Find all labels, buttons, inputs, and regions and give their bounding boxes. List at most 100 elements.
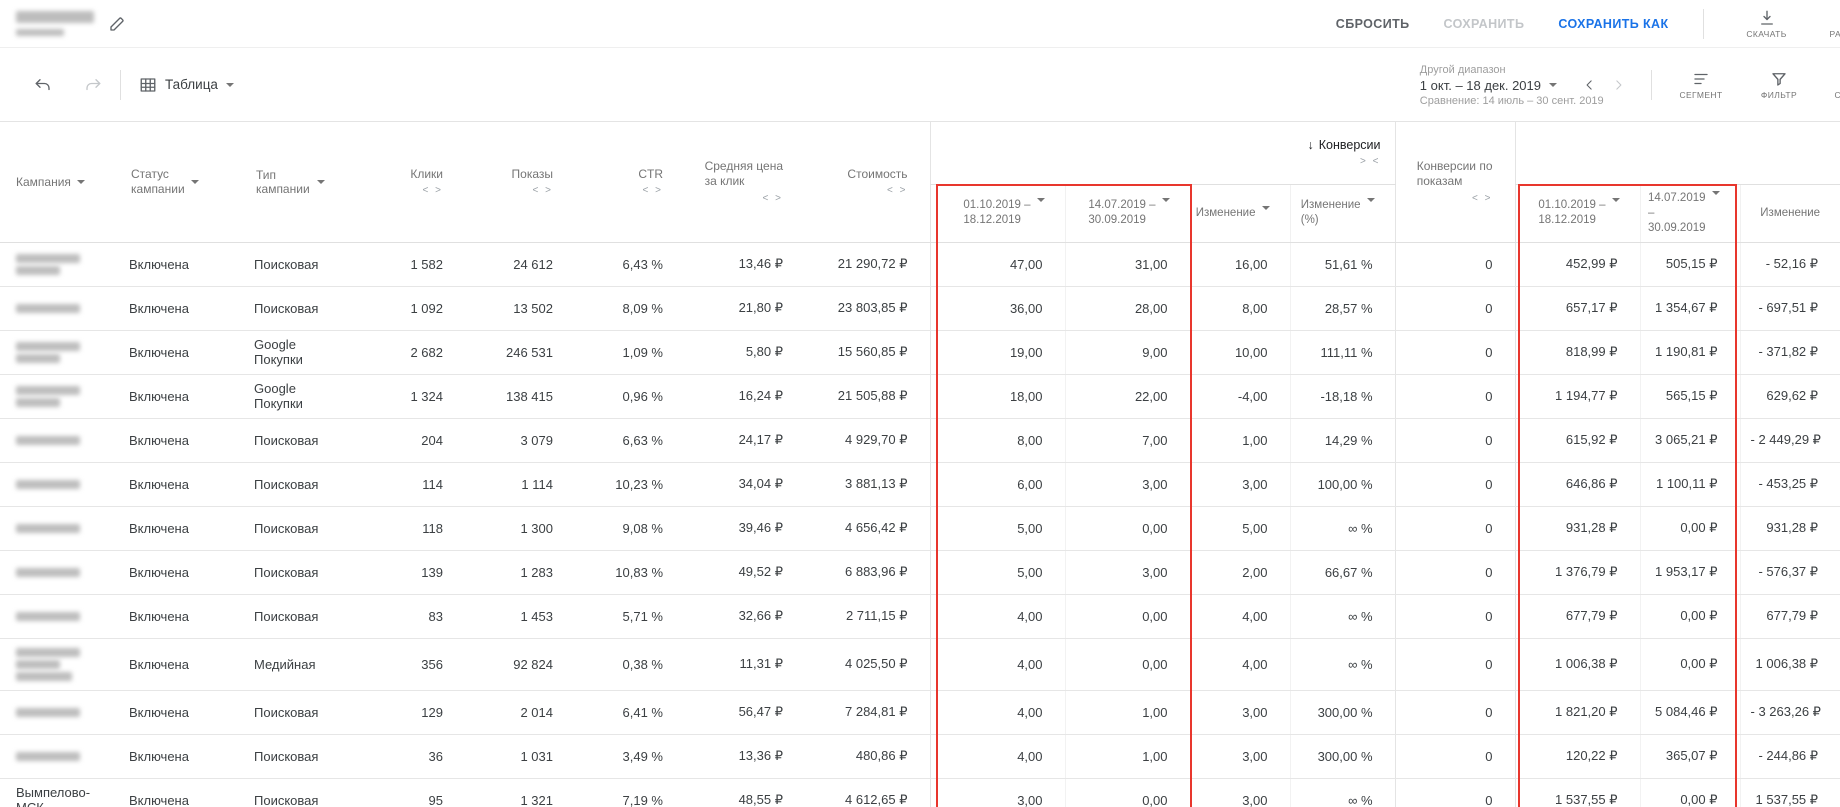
table-row: Включена Поисковая 204 3 079 6,63 % 24,17 ₽4 …: [0, 418, 1840, 463]
conversions-change-pct-header[interactable]: Изменение (%): [1289, 184, 1396, 243]
campaign-cell[interactable]: [0, 734, 115, 779]
view-type-dropdown[interactable]: Таблица: [139, 76, 234, 94]
metric-cell: 111,11 %: [1289, 330, 1396, 375]
metric-cell: 246 531: [465, 330, 575, 375]
campaign-cell[interactable]: [0, 506, 115, 551]
table-row: Включена Поисковая 1 092 13 502 8,09 % 21,80 …: [0, 286, 1840, 331]
reset-button[interactable]: СБРОСИТЬ: [1336, 17, 1410, 31]
schedule-button[interactable]: РАСПИСАНИЕ: [1830, 9, 1840, 39]
table-row: Вымпелово-МСКВключенаПоисковая951 3217,1…: [0, 778, 1840, 807]
column-label: Тип кампании: [256, 167, 310, 196]
metric-cell: 39,46 ₽: [685, 506, 805, 551]
column-group-cost-comparison: [1514, 122, 1840, 185]
metric-cell: 0: [1394, 690, 1516, 735]
campaign-type-cell: Поисковая: [240, 594, 335, 639]
table-body: Включена Поисковая 1 582 24 612 6,43 % 13,46 …: [0, 242, 1840, 807]
cost-change-header[interactable]: Изменение: [1739, 184, 1840, 243]
metric-cell: 365,07 ₽: [1639, 734, 1741, 779]
redacted-campaign-name: [16, 671, 72, 681]
metric-cell: 8,00: [929, 418, 1065, 463]
column-header-avg-cpc[interactable]: Средняя цена за клик < >: [685, 122, 805, 243]
campaigns-table: Кампания Статус кампании Тип кампании Кл…: [0, 122, 1840, 807]
campaign-cell[interactable]: [0, 242, 115, 287]
undo-icon: [35, 78, 50, 90]
expand-comparison-icon[interactable]: < >: [1406, 193, 1493, 204]
chevron-down-icon: [1366, 198, 1375, 202]
filter-button[interactable]: ФИЛЬТР: [1750, 70, 1808, 100]
save-button[interactable]: СОХРАНИТЬ: [1444, 17, 1525, 31]
column-label: Средняя цена: [704, 159, 783, 174]
edit-title-button[interactable]: [108, 15, 126, 33]
redacted-campaign-name: [16, 253, 80, 263]
metric-cell: 0: [1394, 286, 1516, 331]
metric-cell: 13,36 ₽: [685, 734, 805, 779]
metric-cell: 565,15 ₽: [1639, 374, 1741, 419]
previous-range-button[interactable]: [1583, 78, 1597, 92]
period-label: 01.10.2019 –: [963, 199, 1031, 211]
date-range-dropdown[interactable]: 1 окт. – 18 дек. 2019: [1420, 78, 1625, 93]
save-as-button[interactable]: СОХРАНИТЬ КАК: [1558, 17, 1668, 31]
column-header-campaign[interactable]: Кампания: [0, 122, 115, 243]
metric-cell: - 244,86 ₽: [1739, 734, 1840, 779]
header-row-main: Кампания Статус кампании Тип кампании Кл…: [0, 122, 1840, 243]
column-header-conversions-by-impressions[interactable]: Конверсии по показам < >: [1394, 122, 1516, 243]
cost-period-b-header[interactable]: 14.07.2019 – 30.09.2019: [1639, 184, 1741, 243]
change-label: (%): [1300, 214, 1319, 226]
metric-cell: 32,66 ₽: [685, 594, 805, 639]
next-range-button[interactable]: [1611, 78, 1625, 92]
metric-cell: 677,79 ₽: [1514, 594, 1641, 639]
metric-cell: 28,00: [1064, 286, 1190, 331]
chevron-down-icon: [1261, 206, 1270, 210]
metric-cell: 83: [335, 594, 465, 639]
metric-cell: 356: [335, 638, 465, 691]
collapse-comparison-icon[interactable]: > <: [941, 156, 1381, 167]
campaign-cell[interactable]: [0, 594, 115, 639]
metric-cell: 56,47 ₽: [685, 690, 805, 735]
conversions-change-header[interactable]: Изменение: [1189, 184, 1290, 243]
cost-period-a-header[interactable]: 01.10.2019 – 18.12.2019: [1514, 184, 1641, 243]
campaign-cell[interactable]: [0, 418, 115, 463]
column-header-impressions[interactable]: Показы < >: [465, 122, 575, 243]
metric-cell: 5,00: [1189, 506, 1290, 551]
undo-button[interactable]: [34, 76, 52, 94]
column-group-conversions[interactable]: ↓ Конверсии > <: [929, 122, 1396, 185]
campaign-cell[interactable]: [0, 462, 115, 507]
expand-comparison-icon[interactable]: < >: [475, 185, 553, 196]
conversions-period-b-header[interactable]: 14.07.2019 – 30.09.2019: [1064, 184, 1190, 243]
expand-comparison-icon[interactable]: < >: [695, 193, 783, 204]
columns-button[interactable]: СТОЛБЦЫ: [1828, 70, 1840, 100]
toolbar-left: Таблица: [20, 69, 234, 100]
divider: [1702, 9, 1704, 39]
metric-cell: 23 803,85 ₽: [805, 286, 930, 331]
download-button[interactable]: СКАЧАТЬ: [1738, 9, 1796, 39]
column-header-type[interactable]: Тип кампании: [240, 122, 335, 243]
column-header-cost[interactable]: Стоимость < >: [805, 122, 930, 243]
redo-button[interactable]: [84, 76, 102, 94]
expand-comparison-icon[interactable]: < >: [345, 185, 443, 196]
campaign-cell[interactable]: [0, 330, 115, 375]
metric-cell: 10,00: [1189, 330, 1290, 375]
campaign-cell[interactable]: [0, 690, 115, 735]
conversions-period-a-header[interactable]: 01.10.2019 – 18.12.2019: [929, 184, 1065, 243]
segment-button[interactable]: СЕГМЕНТ: [1672, 70, 1730, 100]
redacted-campaign-name: [16, 341, 80, 351]
metric-cell: 129: [335, 690, 465, 735]
metric-cell: 7 284,81 ₽: [805, 690, 930, 735]
campaign-cell[interactable]: Вымпелово-МСК: [0, 778, 115, 807]
redacted-campaign-name: [16, 353, 60, 363]
metric-cell: 3,00: [1189, 734, 1290, 779]
metric-cell: 6 883,96 ₽: [805, 550, 930, 595]
metric-cell: 6,43 %: [575, 242, 685, 287]
campaign-cell[interactable]: [0, 550, 115, 595]
campaign-cell[interactable]: [0, 638, 115, 691]
campaign-cell[interactable]: [0, 374, 115, 419]
campaign-cell[interactable]: [0, 286, 115, 331]
metric-cell: 21,80 ₽: [685, 286, 805, 331]
column-header-ctr[interactable]: CTR < >: [575, 122, 685, 243]
expand-comparison-icon[interactable]: < >: [585, 185, 663, 196]
column-header-status[interactable]: Статус кампании: [115, 122, 240, 243]
expand-comparison-icon[interactable]: < >: [815, 185, 908, 196]
column-header-clicks[interactable]: Клики < >: [335, 122, 465, 243]
chevron-down-icon: [76, 179, 85, 184]
campaign-status-cell: Включена: [115, 286, 240, 331]
